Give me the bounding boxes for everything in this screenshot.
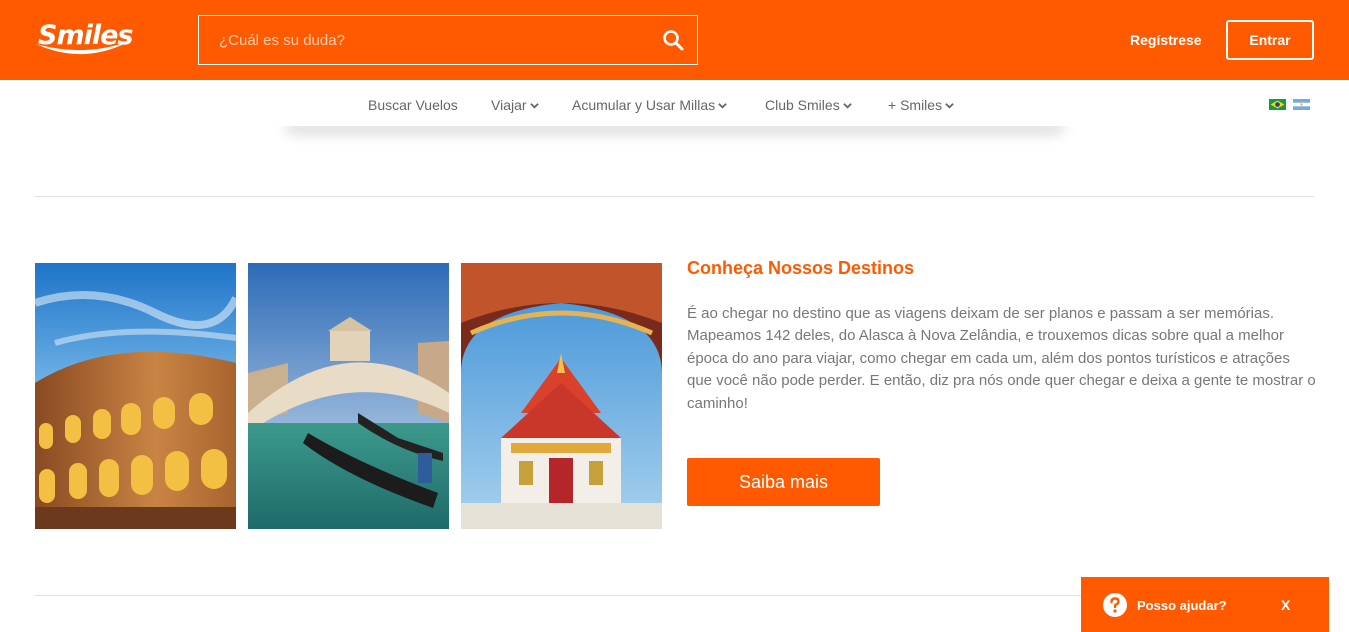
nav-item-label: Buscar Vuelos: [368, 97, 458, 113]
search-icon[interactable]: [661, 28, 685, 52]
help-label: Posso ajudar?: [1137, 598, 1227, 613]
thai-temple-image: [461, 263, 662, 529]
help-widget[interactable]: Posso ajudar? X: [1081, 577, 1329, 632]
question-icon: [1103, 593, 1127, 617]
argentina-flag-icon[interactable]: [1293, 99, 1310, 110]
search-box: [198, 15, 698, 65]
nav-item-mas-smiles[interactable]: + Smiles: [888, 97, 954, 113]
thai-temple-photo: [461, 263, 662, 529]
help-close-button[interactable]: X: [1281, 597, 1290, 613]
destinations-title: Conheça Nossos Destinos: [687, 258, 915, 278]
destinations-description: É ao chegar no destino que as viagens de…: [687, 305, 1316, 412]
chevron-down-icon: [842, 103, 852, 109]
venice-image: [248, 263, 449, 529]
top-header: Smiles Regístrese Entrar: [0, 0, 1349, 80]
nav-item-viajar[interactable]: Viajar: [491, 97, 539, 113]
colosseum-image: [35, 263, 236, 529]
nav-item-club-smiles[interactable]: Club Smiles: [765, 97, 852, 113]
nav-item-label: Acumular y Usar Millas: [572, 97, 716, 113]
chevron-down-icon: [945, 103, 954, 109]
nav-item-label: + Smiles: [888, 97, 943, 113]
login-button[interactable]: Entrar: [1226, 20, 1314, 60]
nav-item-acumular-usar-millas[interactable]: Acumular y Usar Millas: [572, 97, 727, 113]
logo-swoosh-icon: [36, 40, 132, 55]
nav-item-label: Club Smiles: [765, 97, 840, 113]
search-input[interactable]: [199, 16, 639, 64]
divider-top: [35, 196, 1314, 197]
smiles-logo[interactable]: Smiles: [34, 18, 136, 62]
chevron-down-icon: [529, 103, 539, 109]
nav-menu: Buscar Vuelos Viajar Acumular y Usar Mil…: [0, 97, 1349, 117]
venice-rialto-photo: [248, 263, 449, 529]
brazil-flag-icon[interactable]: [1269, 99, 1286, 110]
nav-item-label: Viajar: [491, 97, 527, 113]
nav-item-buscar-vuelos[interactable]: Buscar Vuelos: [368, 97, 458, 113]
chevron-down-icon: [718, 103, 727, 109]
register-link[interactable]: Regístrese: [1130, 32, 1202, 48]
colosseum-photo: [35, 263, 236, 529]
saiba-mais-button[interactable]: Saiba mais: [687, 458, 880, 506]
